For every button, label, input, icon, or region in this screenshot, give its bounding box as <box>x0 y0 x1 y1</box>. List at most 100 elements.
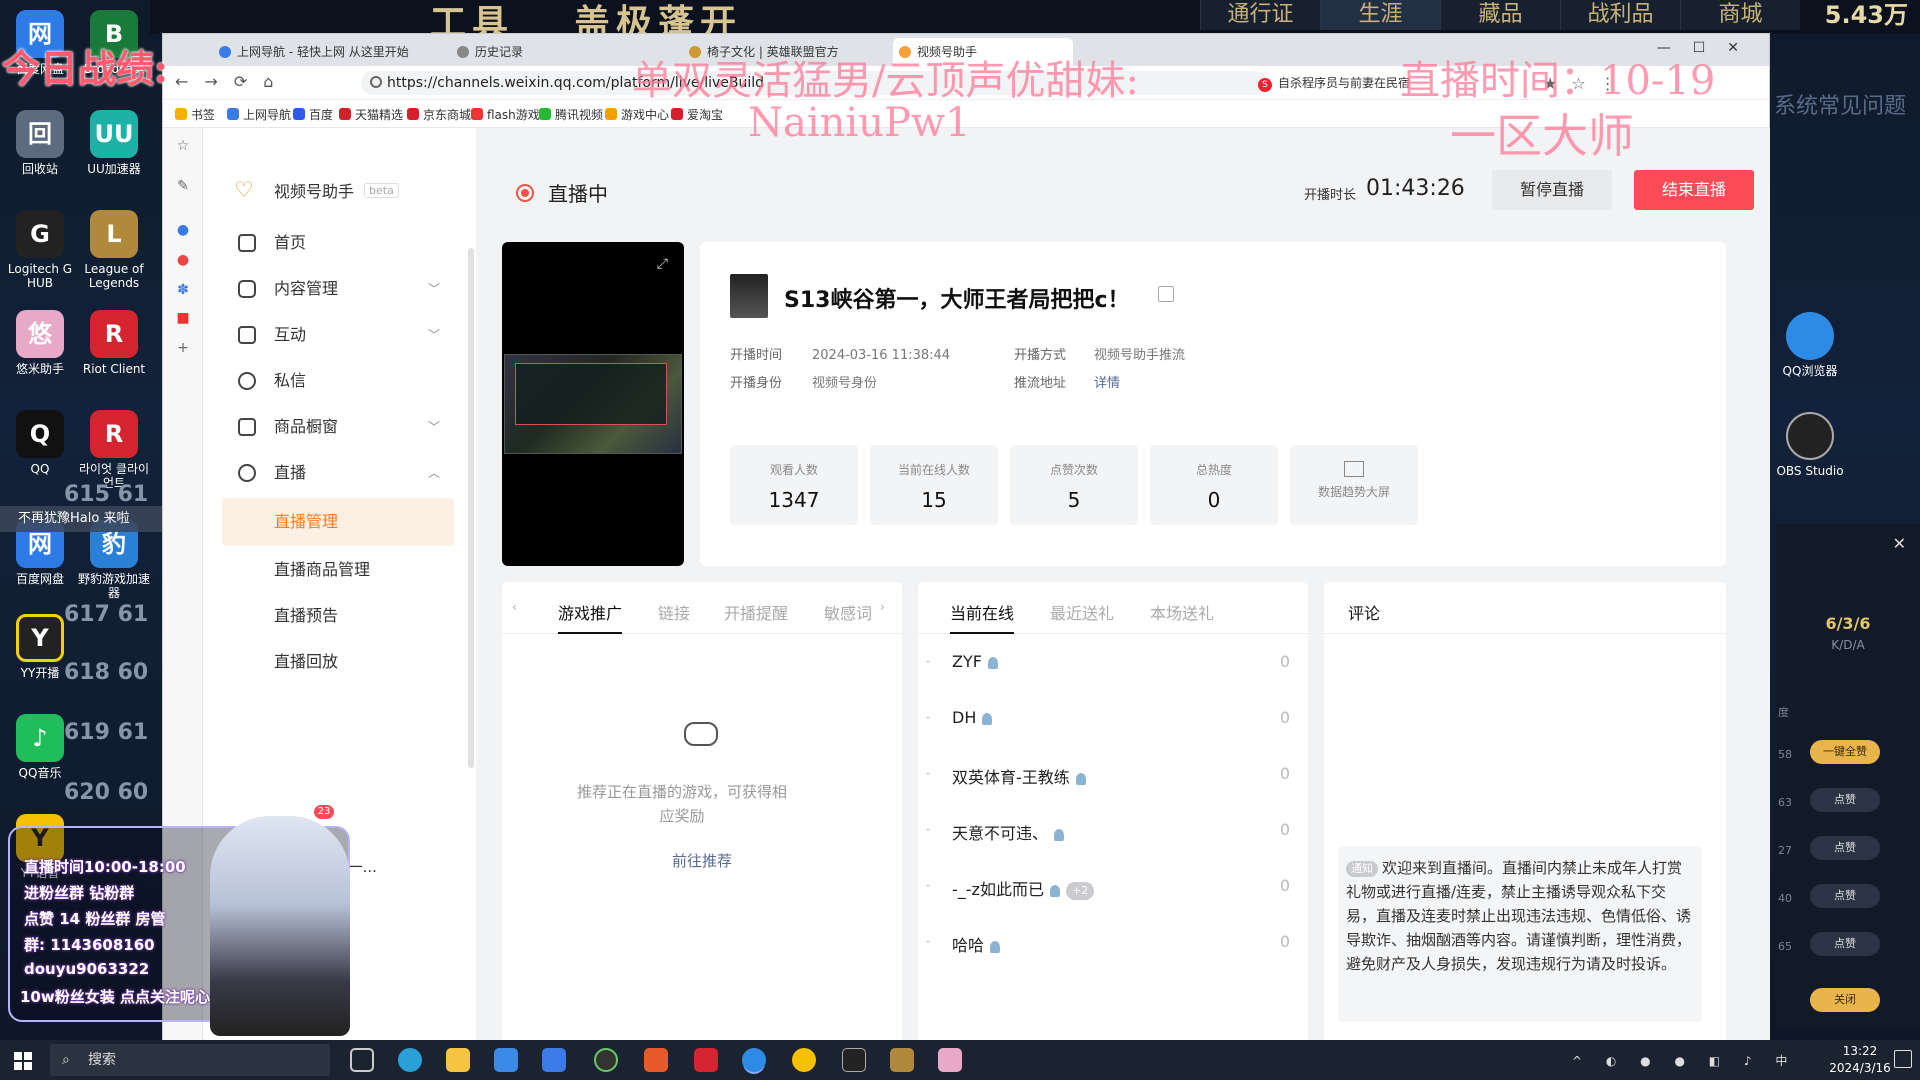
sidebar-item-home[interactable]: 首页 <box>222 220 454 266</box>
like-button[interactable]: 点赞 <box>1810 884 1880 908</box>
list-item[interactable]: - 哈哈 0 <box>918 916 1308 972</box>
nav-buttons[interactable]: ←→⟳⌂ <box>175 72 289 91</box>
bookmark-item[interactable]: 游戏中心 <box>605 106 669 123</box>
list-item[interactable]: - -_-z如此而已 +2 0 <box>918 860 1308 916</box>
like-button[interactable]: 点赞 <box>1810 836 1880 860</box>
sidebar-item-live[interactable]: 直播 ︿ <box>222 450 454 496</box>
desktop-icon-riot-kr[interactable]: R 라이엇 클라이언트 <box>76 410 152 490</box>
list-item[interactable]: - DH 0 <box>918 692 1308 748</box>
bookmark-item[interactable]: 爱淘宝 <box>671 106 723 123</box>
game-tab-collection[interactable]: 藏品 <box>1440 0 1560 30</box>
expand-icon[interactable]: ⤢ <box>657 256 668 272</box>
sidebar-item-live-manage[interactable]: 直播管理 <box>222 498 454 546</box>
list-item[interactable]: - 天意不可违、 0 <box>918 804 1308 860</box>
bookmark-item[interactable]: 百度 <box>293 106 333 123</box>
game-tab-loot[interactable]: 战利品 <box>1560 0 1680 30</box>
tab-game-promo[interactable]: 游戏推广 <box>558 600 623 634</box>
taskbar-search[interactable]: ⌕ 搜索 <box>50 1044 330 1076</box>
browser-sidebar-app-icon[interactable]: ● <box>175 222 191 238</box>
chevron-right-icon[interactable]: › <box>880 600 885 614</box>
like-button[interactable]: 点赞 <box>1810 932 1880 956</box>
desktop-icon-yebao[interactable]: 豹野豹游戏加速器 <box>76 520 152 600</box>
pen-icon[interactable]: ✎ <box>175 178 191 194</box>
browser-sidebar-app-icon[interactable]: ■ <box>175 310 191 326</box>
tab-recent-gifts[interactable]: 最近送礼 <box>1050 600 1114 624</box>
system-tray[interactable]: ^ ◐ ● ● ◧ ♪ 中 <box>1572 1052 1797 1069</box>
edge-icon[interactable] <box>398 1048 422 1072</box>
obs-taskbar-icon[interactable] <box>594 1048 618 1072</box>
desktop-icon-riot[interactable]: R Riot Client <box>76 310 152 376</box>
plus-icon[interactable]: + <box>175 340 191 356</box>
app-taskbar-icon[interactable] <box>644 1048 668 1072</box>
tab-session-gifts[interactable]: 本场送礼 <box>1150 600 1214 624</box>
paw-icon[interactable]: ✽ <box>175 282 191 298</box>
notifications-icon[interactable] <box>1894 1050 1912 1068</box>
browser-tab-nav[interactable]: 上网导航 - 轻快上网 从这里开始 <box>213 38 445 66</box>
sidebar-scrollbar[interactable] <box>468 248 474 768</box>
browser-search-hint[interactable]: S 自杀程序员与前妻在民宿 <box>1258 74 1410 92</box>
browser-tab-history[interactable]: 历史记录 <box>451 38 621 66</box>
bookmark-item[interactable]: 京东商城 <box>407 106 471 123</box>
browser-sidebar-app-icon[interactable]: ● <box>175 252 191 268</box>
close-panel-button[interactable]: 关闭 <box>1810 988 1880 1012</box>
youmi-taskbar-icon[interactable] <box>938 1048 962 1072</box>
sidebar-item-message[interactable]: 私信 <box>222 358 454 404</box>
logitech-taskbar-icon[interactable] <box>842 1048 866 1072</box>
stat-viewers: 观看人数 1347 <box>730 445 858 525</box>
streamer-line: 进粉丝群 钻粉群 <box>24 884 135 902</box>
sidebar-item-content[interactable]: 内容管理 ﹀ <box>222 266 454 312</box>
game-tab-career[interactable]: 生涯 <box>1320 0 1440 30</box>
start-method: 开播方式 视频号助手推流 <box>1014 348 1186 363</box>
sidebar-item-live-goods[interactable]: 直播商品管理 <box>222 546 454 594</box>
chevron-left-icon[interactable]: ‹ <box>512 600 517 614</box>
data-trend-button[interactable]: 数据趋势大屏 <box>1290 445 1418 525</box>
streamer-line: 10w粉丝女装 点点关注呢心！ <box>20 988 225 1006</box>
desktop-icon-lol[interactable]: L League of Legends <box>76 210 152 290</box>
list-item[interactable]: - 双英体育-王教练 0 <box>918 748 1308 804</box>
list-item[interactable]: - ZYF 0 <box>918 636 1308 692</box>
game-tab-pass[interactable]: 通行证 <box>1200 0 1320 30</box>
push-address-detail-link[interactable]: 详情 <box>1094 376 1120 391</box>
tab-sensitive-words[interactable]: 敏感词 <box>824 600 872 624</box>
desktop-icon-logitech[interactable]: G Logitech G HUB <box>2 210 78 290</box>
app-logo[interactable]: ♡ 视频号助手 beta <box>234 178 399 203</box>
live-preview[interactable]: ⤢ <box>502 242 684 566</box>
sidebar-item-live-replay[interactable]: 直播回放 <box>222 638 454 686</box>
riot-taskbar-icon[interactable] <box>694 1048 718 1072</box>
like-button[interactable]: 点赞 <box>1810 788 1880 812</box>
taskbar-clock[interactable]: 13:22 2024/3/16 <box>1828 1043 1892 1077</box>
bookmark-item[interactable]: flash游戏 <box>471 106 540 123</box>
yy-taskbar-icon[interactable] <box>792 1048 816 1072</box>
store-icon[interactable] <box>494 1048 518 1072</box>
mail-icon[interactable] <box>542 1048 566 1072</box>
desktop-icon-qq[interactable]: Q QQ <box>2 410 78 476</box>
tab-current-online[interactable]: 当前在线 <box>950 600 1015 634</box>
go-recommend-link[interactable]: 前往推荐 <box>502 850 902 871</box>
desktop-icon-youmi[interactable]: 悠悠米助手 <box>2 310 78 376</box>
qq-browser-taskbar-icon[interactable] <box>742 1048 766 1072</box>
task-view-icon[interactable] <box>350 1048 374 1072</box>
desktop-icon-uu[interactable]: UU UU加速器 <box>76 110 152 176</box>
bookmark-item[interactable]: 上网导航 <box>227 106 291 123</box>
tab-link[interactable]: 链接 <box>658 600 690 624</box>
pause-live-button[interactable]: 暂停直播 <box>1492 170 1612 210</box>
sidebar-item-shop[interactable]: 商品橱窗 ﹀ <box>222 404 454 450</box>
bookmark-item[interactable]: 腾讯视频 <box>539 106 603 123</box>
desktop-icon-obs[interactable]: OBS Studio <box>1772 412 1848 478</box>
like-all-button[interactable]: 一键全赞 <box>1810 740 1880 764</box>
bookmark-item[interactable]: 天猫精选 <box>339 106 403 123</box>
edit-icon[interactable] <box>1158 286 1174 302</box>
game-tab-store[interactable]: 商城 <box>1680 0 1800 30</box>
sidebar-item-interact[interactable]: 互动 ﹀ <box>222 312 454 358</box>
stop-live-button[interactable]: 结束直播 <box>1634 170 1754 210</box>
bookmark-item[interactable]: 书签 <box>175 106 215 123</box>
star-icon[interactable]: ☆ <box>175 138 191 154</box>
windows-start-button[interactable] <box>14 1052 32 1070</box>
folder-icon[interactable] <box>446 1048 470 1072</box>
tab-start-reminder[interactable]: 开播提醒 <box>724 600 788 624</box>
sidebar-item-live-preview[interactable]: 直播预告 <box>222 592 454 640</box>
league-taskbar-icon[interactable] <box>890 1048 914 1072</box>
desktop-icon-recycle-bin[interactable]: 回回收站 <box>2 110 78 176</box>
close-icon[interactable]: ✕ <box>1893 534 1906 553</box>
desktop-icon-qq-browser[interactable]: QQ浏览器 <box>1772 312 1848 378</box>
